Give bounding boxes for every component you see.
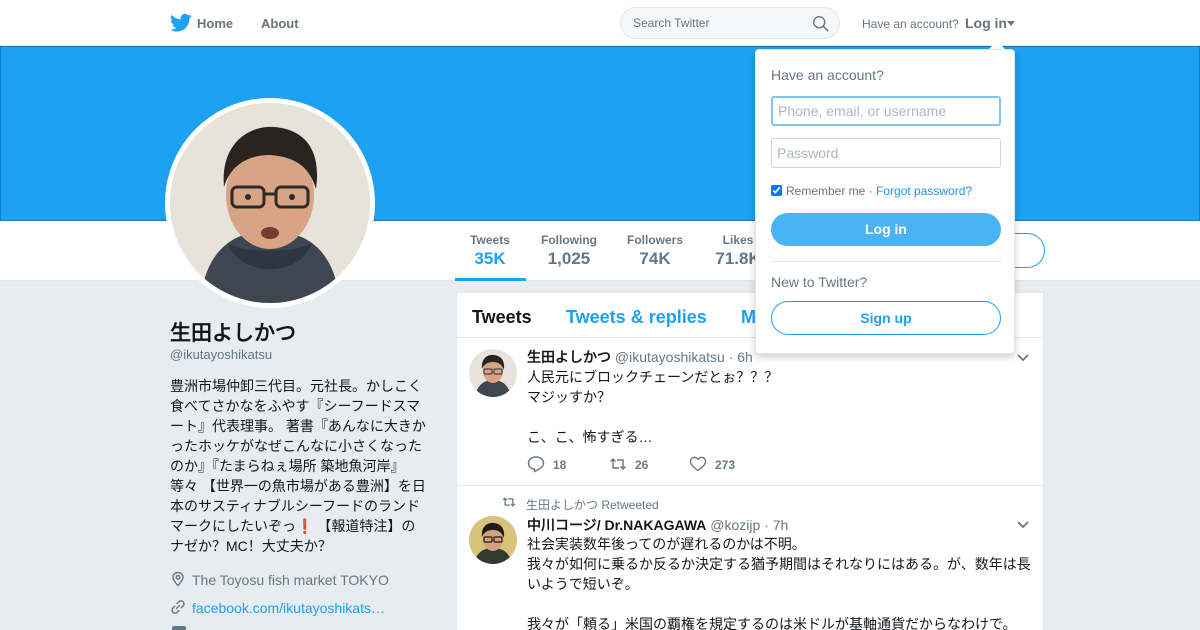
- tab-tweets[interactable]: Tweets: [472, 307, 532, 328]
- avatar-illustration: [469, 516, 517, 564]
- avatar[interactable]: [469, 349, 517, 397]
- location-text: The Toyosu fish market TOKYO: [192, 572, 389, 588]
- remember-me-checkbox[interactable]: [771, 185, 782, 196]
- tweet-line: 我々が如何に乗るか反るか決定する猶予期間はそれなりにはある。が、数年は長: [527, 556, 1031, 572]
- dropdown-title: Have an account?: [771, 67, 884, 83]
- avatar-photo: [170, 103, 370, 303]
- heart-icon: [689, 456, 707, 472]
- stat-following[interactable]: Following 1,025: [541, 233, 597, 269]
- link-icon: [171, 600, 185, 614]
- chevron-down-icon[interactable]: [1017, 354, 1029, 362]
- tweet-line: [527, 407, 1035, 427]
- profile-avatar[interactable]: [165, 98, 375, 308]
- like-count: 273: [715, 458, 736, 472]
- divider: [771, 261, 1001, 262]
- reply-icon: [527, 456, 545, 473]
- login-dropdown: Have an account? Remember me · Forgot pa…: [755, 49, 1015, 354]
- password-field[interactable]: [771, 138, 1001, 168]
- tweet-text: 社会実装数年後ってのが遅れるのかは不明。 我々が如何に乗るか反るか決定する猶予期…: [527, 534, 1035, 630]
- reply-count: 18: [553, 458, 567, 472]
- avatar-illustration: [469, 349, 517, 397]
- twitter-bird-icon[interactable]: [170, 13, 192, 33]
- stat-followers[interactable]: Followers 74K: [627, 233, 683, 269]
- bio-line: マークにしたいぞっ❗️ 【報道特注】の: [170, 518, 416, 534]
- retweet-icon: [610, 458, 626, 470]
- retweet-icon: [502, 497, 516, 507]
- tweet-text: 人民元にブロックチェーンだとぉ？？？ マジッすか？ こ、こ、怖すぎる…: [527, 367, 1035, 447]
- tweet-author-handle[interactable]: @kozijp: [710, 517, 760, 533]
- have-account-text: Have an account?: [862, 17, 959, 31]
- stat-tweets[interactable]: Tweets 35K: [470, 233, 510, 269]
- search-placeholder: Search Twitter: [633, 16, 710, 30]
- tweet-timestamp[interactable]: · 7h: [764, 517, 788, 533]
- top-navigation: Home About Search Twitter Have an accoun…: [0, 0, 1200, 46]
- nav-about-link[interactable]: About: [261, 16, 299, 31]
- new-to-twitter-text: New to Twitter?: [771, 274, 868, 290]
- bio-line: のか』『たまらねぇ場所 築地魚河岸』: [170, 458, 405, 474]
- search-input[interactable]: Search Twitter: [620, 7, 840, 39]
- forgot-password-link[interactable]: Forgot password?: [876, 184, 972, 198]
- tweet-line: 社会実装数年後ってのが遅れるのかは不明。: [527, 536, 806, 552]
- nav-home-link[interactable]: Home: [197, 16, 233, 31]
- login-menu-button[interactable]: Log in: [965, 15, 1007, 31]
- stat-value: 1,025: [547, 249, 591, 268]
- remember-me-row: Remember me · Forgot password?: [771, 184, 972, 198]
- calendar-icon: [172, 626, 186, 630]
- tweet-header: 生田よしかつ @ikutayoshikatsu · 6h: [527, 347, 753, 367]
- stat-label: Followers: [627, 233, 684, 247]
- retweet-context-text[interactable]: 生田よしかつ Retweeted: [526, 496, 659, 513]
- profile-name[interactable]: 生田よしかつ: [170, 317, 296, 347]
- stat-label: Following: [541, 233, 597, 247]
- bio-line: ったホッケがなぜこんなに小さくなった: [170, 438, 422, 454]
- stat-label: Tweets: [470, 233, 510, 247]
- tweet-author-handle[interactable]: @ikutayoshikatsu: [615, 349, 725, 365]
- bio-line: 食べてさかなをふやす『シーフードスマ: [170, 398, 421, 414]
- login-button[interactable]: Log in: [771, 213, 1001, 246]
- tweet-line: マジッすか？: [527, 389, 611, 405]
- bio-line: ナゼか？MC！大丈夫か？: [170, 538, 332, 554]
- bio-line: ート』代表理事。 著書『あんなに大きか: [170, 418, 426, 434]
- stat-value: 74K: [639, 249, 671, 268]
- bio-line: 豊洲市場仲卸三代目。元社長。かしこく: [170, 378, 422, 394]
- tweet-line: 我々が「頼る」米国の覇権を規定するのは米ドルが基軸通貨だからなわけで。: [527, 616, 1017, 630]
- active-stat-underline: [455, 278, 526, 281]
- tweet-author-name[interactable]: 生田よしかつ: [527, 349, 611, 365]
- bio-line: 本のサスティナブルシーフードのランド: [170, 498, 421, 514]
- username-field[interactable]: [771, 96, 1001, 126]
- avatar-illustration: [170, 103, 370, 303]
- tab-tweets-and-replies[interactable]: Tweets & replies: [566, 307, 707, 328]
- separator: ·: [865, 184, 877, 198]
- chevron-down-icon[interactable]: [1017, 521, 1029, 529]
- profile-bio: 豊洲市場仲卸三代目。元社長。かしこく 食べてさかなをふやす『シーフードスマ ート…: [170, 376, 428, 556]
- tab-media[interactable]: M: [741, 307, 756, 328]
- tweet-line: 人民元にブロックチェーンだとぉ？？？: [527, 369, 779, 385]
- tweet[interactable]: 生田よしかつ Retweeted 中川コージ/ Dr.NAKAGAWA @koz…: [457, 487, 1043, 630]
- remember-me-label[interactable]: Remember me: [786, 184, 865, 198]
- search-icon[interactable]: [812, 15, 829, 32]
- tweet-header: 中川コージ/ Dr.NAKAGAWA @kozijp · 7h: [527, 515, 788, 535]
- caret-down-icon[interactable]: [1007, 21, 1015, 26]
- stat-value: 35K: [474, 249, 506, 268]
- retweet-count: 26: [635, 458, 649, 472]
- tweet-timestamp[interactable]: · 6h: [729, 349, 753, 365]
- tweet-line: [527, 594, 1035, 614]
- website-link[interactable]: facebook.com/ikutayoshikats…: [192, 600, 385, 616]
- avatar[interactable]: [469, 516, 517, 564]
- bio-line: 等々 【世界一の魚市場がある豊洲】を日: [170, 478, 426, 494]
- location-pin-icon: [172, 571, 184, 587]
- tweet-author-name[interactable]: 中川コージ/ Dr.NAKAGAWA: [527, 517, 706, 533]
- tweet-line: こ、こ、怖すぎる…: [527, 429, 653, 445]
- tweet[interactable]: 生田よしかつ @ikutayoshikatsu · 6h 人民元にブロックチェー…: [457, 338, 1043, 486]
- profile-handle[interactable]: @ikutayoshikatsu: [170, 347, 272, 362]
- signup-button[interactable]: Sign up: [771, 301, 1001, 335]
- tweet-line: いようで短いぞ。: [527, 576, 639, 592]
